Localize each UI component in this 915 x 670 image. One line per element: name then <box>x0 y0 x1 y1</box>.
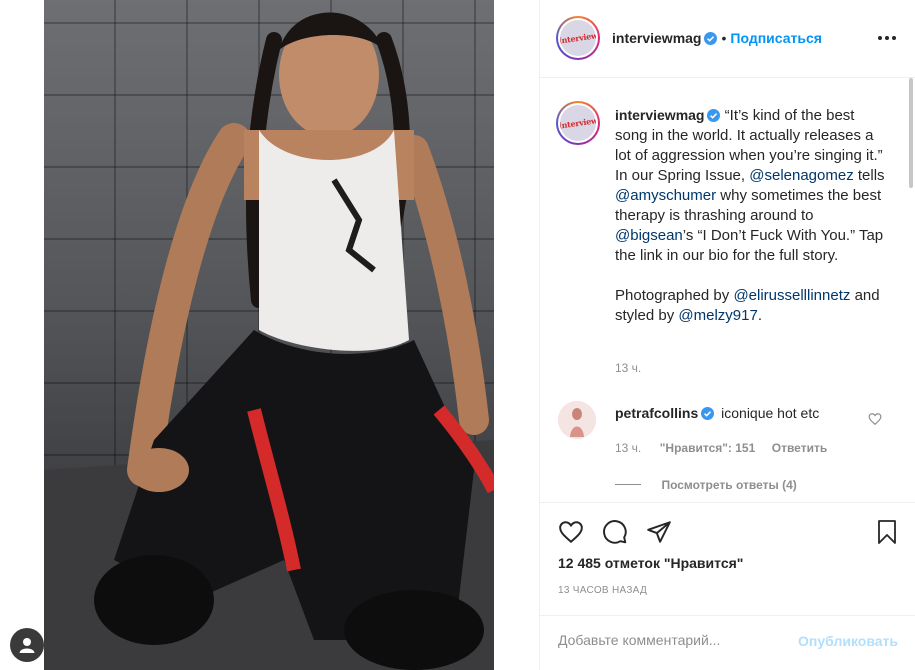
share-button[interactable] <box>644 517 674 547</box>
verified-badge-icon <box>707 109 721 122</box>
bookmark-icon <box>878 520 896 544</box>
more-options-button[interactable] <box>875 28 899 48</box>
follow-button[interactable]: Подписаться <box>730 30 822 46</box>
mention-link[interactable]: @selenagomez <box>749 167 853 184</box>
view-replies-button[interactable]: Посмотреть ответы (4) <box>615 476 797 494</box>
caption-text: tells <box>857 167 885 184</box>
comment-meta: 13 ч. "Нравится": 151 Ответить <box>615 439 827 457</box>
author-username[interactable]: interviewmag <box>612 30 701 46</box>
comment-timestamp: 13 ч. <box>615 441 642 455</box>
comments-list[interactable]: Interview interviewmag “It’s kind of the… <box>540 79 915 502</box>
author-avatar[interactable]: Interview <box>556 16 600 60</box>
comment-input[interactable] <box>558 632 768 648</box>
publish-button[interactable]: Опубликовать <box>798 633 898 649</box>
post-side-panel: Interview interviewmag • Подписаться Inter… <box>539 0 915 670</box>
post-caption: interviewmag “It’s kind of the best song… <box>615 105 885 326</box>
comment-body: petrafcollins iconique hot etc <box>615 405 819 421</box>
add-comment-bar: Опубликовать <box>540 615 915 670</box>
commenter-avatar[interactable] <box>558 401 596 439</box>
commenter-username[interactable]: petrafcollins <box>615 405 698 421</box>
likes-count[interactable]: 12 485 отметок "Нравится" <box>558 555 743 571</box>
post-actions: 12 485 отметок "Нравится" 13 ЧАСОВ НАЗАД <box>540 502 915 627</box>
more-horizontal-icon <box>878 36 896 40</box>
profile-avatar-button[interactable] <box>10 628 44 662</box>
caption-author-avatar[interactable]: Interview <box>556 101 600 145</box>
post-header: Interview interviewmag • Подписаться <box>540 0 915 78</box>
heart-icon <box>868 413 882 426</box>
verified-badge-icon <box>701 407 715 420</box>
comment-button[interactable] <box>600 517 630 547</box>
comment-likes[interactable]: "Нравится": 151 <box>660 441 756 455</box>
comment-like-button[interactable] <box>868 412 882 426</box>
mention-link[interactable]: @elirusselllinnetz <box>733 287 850 304</box>
save-button[interactable] <box>872 517 902 547</box>
like-button[interactable] <box>556 517 586 547</box>
caption-text: . <box>757 307 762 324</box>
comment-icon <box>603 520 627 544</box>
caption-author-username[interactable]: interviewmag <box>615 107 704 123</box>
commenter-photo <box>558 401 596 439</box>
post-photo[interactable] <box>44 0 494 670</box>
send-icon <box>647 521 671 543</box>
verified-badge-icon <box>704 32 718 45</box>
user-icon <box>19 638 35 653</box>
caption-text: Photographed by <box>615 287 730 304</box>
reply-button[interactable]: Ответить <box>772 441 827 455</box>
post-time-ago: 13 ЧАСОВ НАЗАД <box>558 585 648 596</box>
mention-link[interactable]: @bigsean <box>615 227 683 244</box>
mention-link[interactable]: @amyschumer <box>615 187 716 204</box>
heart-icon <box>559 521 583 544</box>
view-replies-label: Посмотреть ответы (4) <box>661 478 797 492</box>
replies-divider <box>615 484 641 486</box>
comments-scrollbar[interactable] <box>909 78 913 188</box>
photo-subject <box>44 12 494 670</box>
mention-link[interactable]: @melzy917 <box>678 307 757 324</box>
caption-timestamp: 13 ч. <box>615 361 642 375</box>
comment-text: iconique hot etc <box>721 405 820 421</box>
